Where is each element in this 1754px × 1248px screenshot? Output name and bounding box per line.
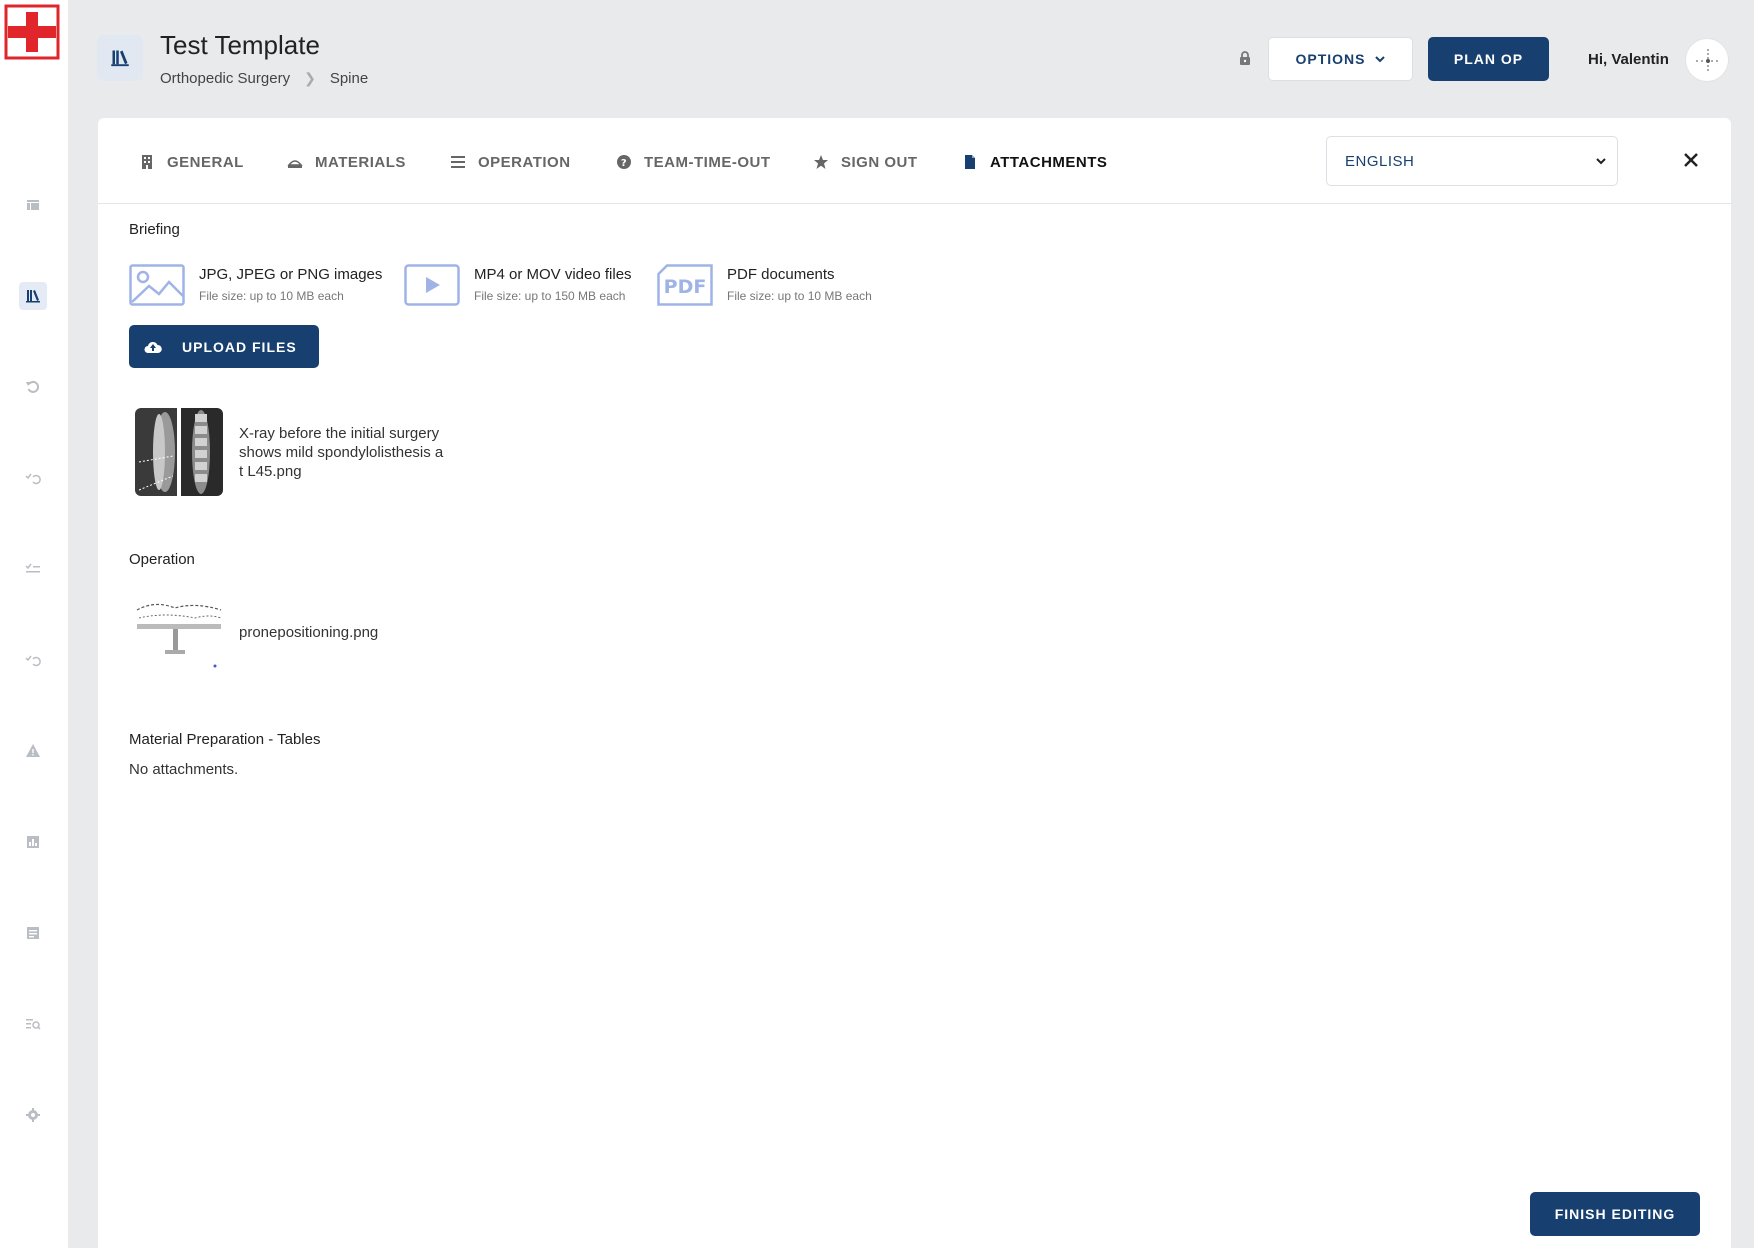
tab-attachments[interactable]: ATTACHMENTS	[962, 151, 1107, 173]
document-icon	[965, 155, 975, 169]
tab-sign-out[interactable]: SIGN OUT	[813, 151, 918, 173]
attachment-filename: pronepositioning.png	[239, 623, 379, 641]
close-icon[interactable]	[1676, 145, 1706, 175]
svg-text:?: ?	[621, 158, 627, 169]
file-type-pdfs: PDF PDF documents File size: up to 10 MB…	[657, 264, 872, 306]
report-icon[interactable]	[19, 919, 47, 947]
section-title-briefing: Briefing	[129, 221, 180, 238]
dashboard-icon[interactable]	[19, 191, 47, 219]
pdf-icon: PDF	[657, 264, 713, 306]
sidebar	[0, 0, 68, 1248]
search-list-icon[interactable]	[19, 1010, 47, 1038]
tab-label: OPERATION	[478, 153, 571, 171]
statistics-icon[interactable]	[19, 828, 47, 856]
chevron-down-icon	[1374, 56, 1385, 63]
breadcrumb: Orthopedic Surgery ❯ Spine	[160, 70, 368, 87]
tab-materials[interactable]: MATERIALS	[287, 151, 406, 173]
lock-icon[interactable]	[1237, 50, 1253, 66]
chevron-down-icon	[1596, 158, 1606, 165]
file-type-subtitle: File size: up to 10 MB each	[727, 289, 872, 303]
history-icon[interactable]	[19, 373, 47, 401]
section-title-material-preparation: Material Preparation - Tables	[129, 731, 321, 748]
prone-positioning-thumbnail[interactable]	[135, 588, 223, 676]
user-greeting: Hi, Valentin	[1588, 51, 1669, 68]
tab-label: GENERAL	[167, 153, 244, 171]
finish-editing-button[interactable]: FINISH EDITING	[1530, 1192, 1700, 1236]
question-icon: ?	[617, 155, 631, 169]
attachment-item[interactable]: pronepositioning.png	[135, 588, 445, 676]
template-editor-card: GENERAL MATERIALS OPERATION ? TEAM-TIME-…	[98, 118, 1731, 1248]
file-type-title: MP4 or MOV video files	[474, 266, 632, 283]
video-icon	[404, 264, 460, 306]
file-type-images: JPG, JPEG or PNG images File size: up to…	[129, 264, 382, 306]
tab-team-time-out[interactable]: ? TEAM-TIME-OUT	[616, 151, 770, 173]
file-type-title: PDF documents	[727, 266, 835, 283]
warning-icon[interactable]	[19, 737, 47, 765]
file-type-subtitle: File size: up to 150 MB each	[474, 289, 626, 303]
attachment-item[interactable]: X-ray before the initial surgery shows m…	[135, 408, 445, 496]
xray-thumbnail[interactable]	[135, 408, 223, 496]
tab-general[interactable]: GENERAL	[139, 151, 244, 173]
breadcrumb-item-procedure[interactable]: Spine	[330, 70, 368, 87]
tray-icon	[287, 160, 303, 168]
attachment-filename: X-ray before the initial surgery shows m…	[239, 424, 444, 480]
avatar[interactable]	[1685, 38, 1729, 82]
tab-label: ATTACHMENTS	[990, 153, 1108, 171]
breadcrumb-item-specialty[interactable]: Orthopedic Surgery	[160, 70, 290, 87]
star-icon	[814, 155, 828, 169]
tab-label: TEAM-TIME-OUT	[644, 153, 771, 171]
svg-text:PDF: PDF	[664, 276, 707, 298]
app-logo[interactable]	[4, 4, 60, 60]
tab-bar: GENERAL MATERIALS OPERATION ? TEAM-TIME-…	[98, 118, 1731, 204]
upload-files-label: UPLOAD FILES	[182, 338, 297, 355]
page-title: Test Template	[160, 30, 320, 60]
tab-label: SIGN OUT	[841, 153, 918, 171]
list-icon	[451, 156, 465, 168]
checklist-reset-icon[interactable]	[19, 646, 47, 674]
template-library-icon	[97, 35, 143, 81]
chevron-right-icon: ❯	[304, 70, 316, 86]
section-title-operation: Operation	[129, 551, 195, 568]
empty-state-text: No attachments.	[129, 761, 239, 778]
file-type-videos: MP4 or MOV video files File size: up to …	[404, 264, 632, 306]
language-select[interactable]: ENGLISH	[1326, 136, 1618, 186]
cloud-upload-icon	[144, 341, 162, 353]
language-selected-value: ENGLISH	[1345, 152, 1415, 170]
library-icon[interactable]	[19, 282, 47, 310]
options-button[interactable]: OPTIONS	[1268, 37, 1413, 81]
tab-operation[interactable]: OPERATION	[450, 151, 571, 173]
options-button-label: OPTIONS	[1295, 51, 1366, 67]
checklist-history-icon[interactable]	[19, 464, 47, 492]
tab-label: MATERIALS	[315, 153, 406, 171]
plan-op-button[interactable]: PLAN OP	[1428, 37, 1549, 81]
settings-icon[interactable]	[19, 1101, 47, 1129]
upload-files-button[interactable]: UPLOAD FILES	[129, 325, 319, 368]
file-type-subtitle: File size: up to 10 MB each	[199, 289, 344, 303]
building-icon	[142, 155, 152, 169]
image-icon	[129, 264, 185, 306]
file-type-title: JPG, JPEG or PNG images	[199, 266, 383, 283]
checklist-icon[interactable]	[19, 555, 47, 583]
